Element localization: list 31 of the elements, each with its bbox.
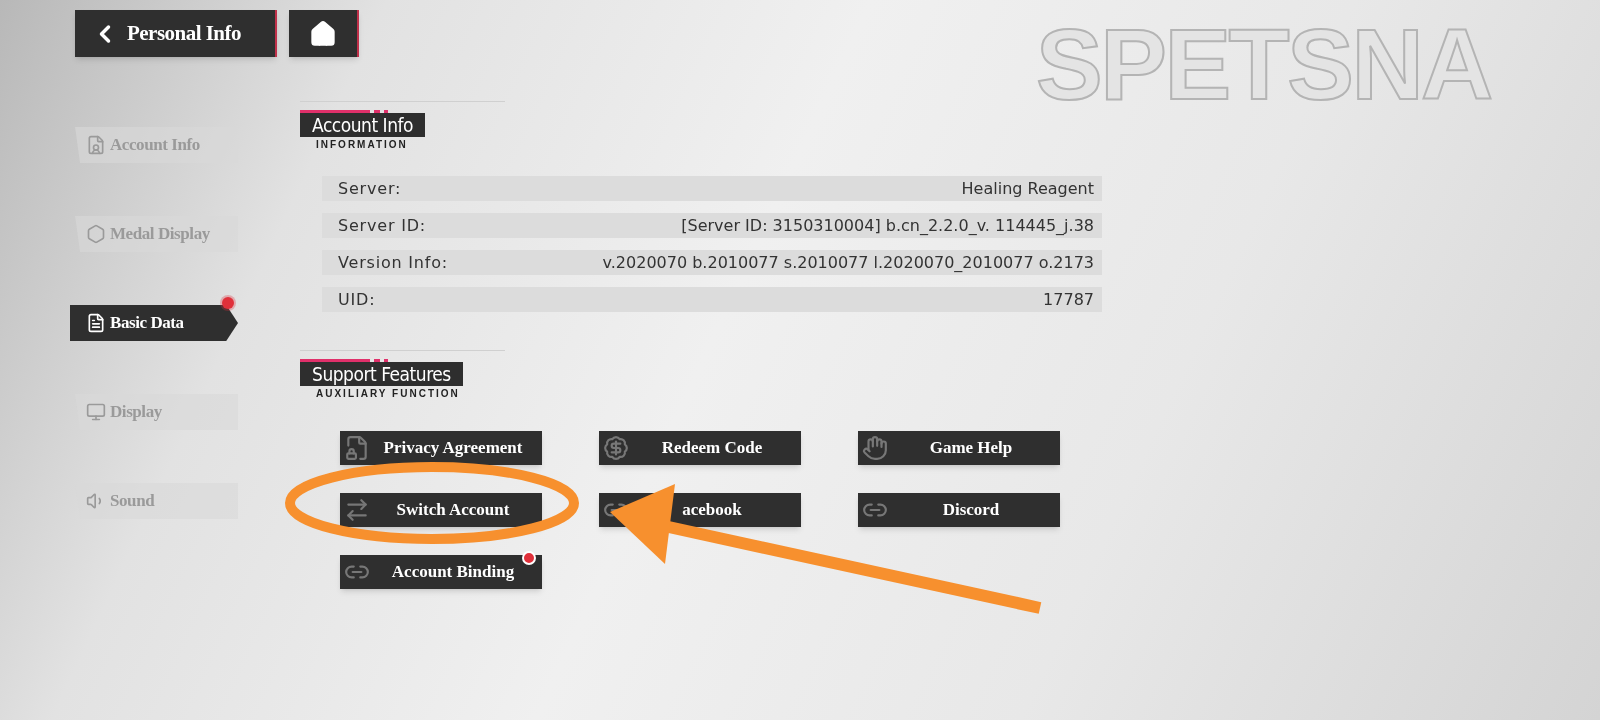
document-lock-icon	[344, 435, 370, 461]
section-subtitle: INFORMATION	[316, 138, 409, 152]
info-value: Healing Reagent	[961, 177, 1094, 200]
info-value: 17787	[1043, 288, 1094, 311]
info-label: Server:	[338, 177, 402, 200]
background-title: SPETSNA	[1036, 14, 1491, 114]
hexagon-icon	[86, 224, 106, 244]
section-title: Support Features	[300, 362, 463, 386]
feature-button[interactable]: Discord	[858, 493, 1060, 527]
back-button[interactable]: Personal Info	[75, 10, 277, 57]
feature-button[interactable]: Account Binding	[340, 555, 542, 589]
swap-arrows-icon	[344, 497, 370, 523]
document-person-icon	[86, 135, 106, 155]
document-icon	[86, 313, 106, 333]
feature-button[interactable]: Switch Account	[340, 493, 542, 527]
home-icon	[309, 19, 337, 48]
info-value: [Server ID: 3150310004] b.cn_2.2.0_v. 114445_j.38	[681, 214, 1094, 237]
info-label: Version Info:	[338, 251, 448, 274]
info-label: UID:	[338, 288, 376, 311]
info-label: Server ID:	[338, 214, 426, 237]
section-title: Account Info	[300, 113, 426, 137]
monitor-icon	[86, 402, 106, 422]
dollar-icon	[603, 435, 629, 461]
feature-button[interactable]: Redeem Code	[599, 431, 801, 465]
hand-icon	[862, 435, 888, 461]
home-button[interactable]	[289, 10, 359, 57]
sidebar-tab[interactable]: Basic Data	[70, 305, 238, 341]
info-value: v.2020070 b.2010077 s.2010077 l.2020070_2010077 o.2173	[602, 251, 1094, 274]
feature-button[interactable]: Game Help	[858, 431, 1060, 465]
section-subtitle: AUXILIARY FUNCTION	[316, 387, 461, 401]
feature-button[interactable]: Privacy Agreement	[340, 431, 542, 465]
